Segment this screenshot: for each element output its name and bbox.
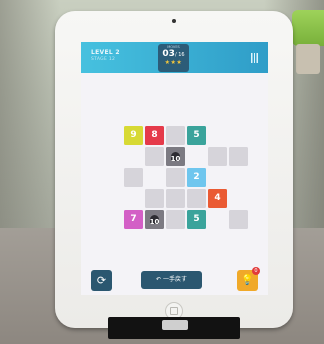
- blocker-tile-10[interactable]: 10: [145, 210, 164, 229]
- blocker-value: 10: [170, 155, 181, 163]
- bottle: [296, 44, 320, 74]
- green-object: [292, 10, 324, 46]
- board-cell[interactable]: [166, 210, 185, 229]
- tablet-device: LEVEL 2 STAGE 12 MOVES 03/ 16 ★★★ 9 8 5 …: [55, 11, 293, 328]
- number-tile-2[interactable]: 2: [187, 168, 206, 187]
- blocker-tile-10[interactable]: 10: [166, 147, 185, 166]
- board-cell[interactable]: [166, 126, 185, 145]
- blocker-value: 10: [149, 218, 160, 226]
- number-tile-5[interactable]: 5: [187, 210, 206, 229]
- wall-shadow-left: [0, 0, 60, 230]
- game-screen: LEVEL 2 STAGE 12 MOVES 03/ 16 ★★★ 9 8 5 …: [81, 42, 268, 295]
- number-tile-9[interactable]: 9: [124, 126, 143, 145]
- camera-icon: [172, 19, 176, 23]
- board-cell[interactable]: [145, 147, 164, 166]
- number-tile-5[interactable]: 5: [187, 126, 206, 145]
- board-cell[interactable]: [229, 210, 248, 229]
- board-cell[interactable]: [145, 189, 164, 208]
- board-cell[interactable]: [208, 147, 227, 166]
- undo-button[interactable]: ↶ 一手戻す: [141, 271, 202, 289]
- number-tile-4[interactable]: 4: [208, 189, 227, 208]
- restart-button[interactable]: ⟳: [91, 270, 112, 291]
- number-tile-7[interactable]: 7: [124, 210, 143, 229]
- board-cell[interactable]: [166, 189, 185, 208]
- stand-clip: [162, 320, 188, 330]
- game-board: 9 8 5 10 2 4 7 10 5: [81, 42, 268, 295]
- hint-count-badge: 0: [252, 267, 260, 275]
- number-tile-8[interactable]: 8: [145, 126, 164, 145]
- board-cell[interactable]: [124, 168, 143, 187]
- board-cell[interactable]: [187, 189, 206, 208]
- bottom-bar: ⟳ ↶ 一手戻す 💡 0: [81, 265, 268, 295]
- board-cell[interactable]: [229, 147, 248, 166]
- board-cell[interactable]: [166, 168, 185, 187]
